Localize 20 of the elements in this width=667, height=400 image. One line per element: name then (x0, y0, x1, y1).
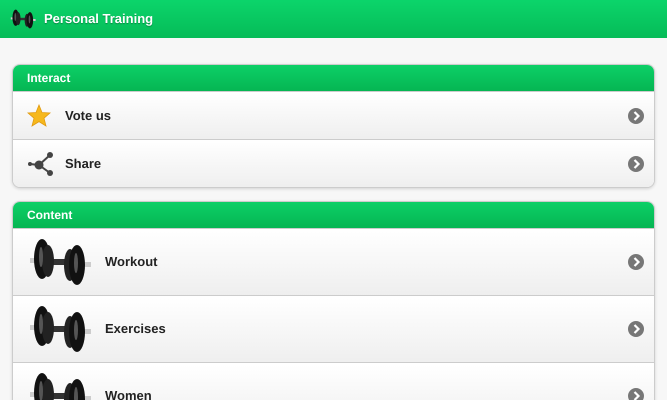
star-icon (27, 104, 51, 127)
section-header: Interact (13, 65, 654, 91)
app-title: Personal Training (44, 10, 154, 28)
item-label: Exercises (105, 320, 166, 338)
dumbbell-icon (27, 237, 93, 287)
chevron-icon (628, 321, 644, 337)
item-label: Share (65, 154, 102, 173)
item-label: Workout (105, 253, 158, 272)
chevron-icon (628, 108, 644, 124)
share-icon (27, 150, 55, 176)
item-label: Vote us (65, 106, 111, 125)
list-item[interactable]: Exercises (13, 295, 654, 362)
list-item[interactable]: Vote us (13, 91, 654, 139)
list-item[interactable]: Workout (13, 228, 654, 295)
chevron-icon (628, 156, 644, 172)
section-header: Content (13, 202, 654, 228)
dumbbell-icon (27, 304, 93, 354)
chevron-icon (628, 388, 644, 400)
chevron-icon (628, 254, 644, 270)
list-item[interactable]: Share (13, 139, 654, 187)
